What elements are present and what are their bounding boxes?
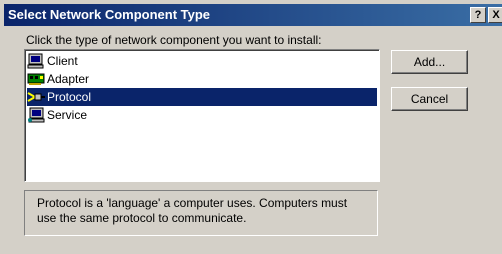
list-item-client[interactable]: Client [27,52,377,70]
window-title: Select Network Component Type [8,7,211,22]
description-box: Protocol is a 'language' a computer uses… [24,190,378,236]
select-network-component-dialog: Select Network Component Type ? X Click … [0,0,502,254]
list-item-protocol[interactable]: Protocol [27,88,377,106]
help-button[interactable]: ? [470,7,486,23]
add-button[interactable]: Add... [391,50,468,74]
title-bar[interactable]: Select Network Component Type ? X [4,4,502,26]
close-button[interactable]: X [488,7,502,23]
service-computer-icon [28,107,45,123]
list-item-label: Adapter [47,72,90,86]
list-item-service[interactable]: Service [27,106,377,124]
list-item-label: Protocol [47,90,92,104]
cancel-button[interactable]: Cancel [391,87,468,111]
list-item-adapter[interactable]: Adapter [27,70,377,88]
client-computer-icon [27,53,44,69]
list-item-label: Service [47,108,88,122]
instruction-label: Click the type of network component you … [26,33,322,47]
list-item-label: Client [47,54,78,68]
protocol-cable-icon [27,92,45,102]
network-adapter-icon [27,73,45,85]
component-type-list[interactable]: Client Adapter Protocol Service [24,49,380,182]
